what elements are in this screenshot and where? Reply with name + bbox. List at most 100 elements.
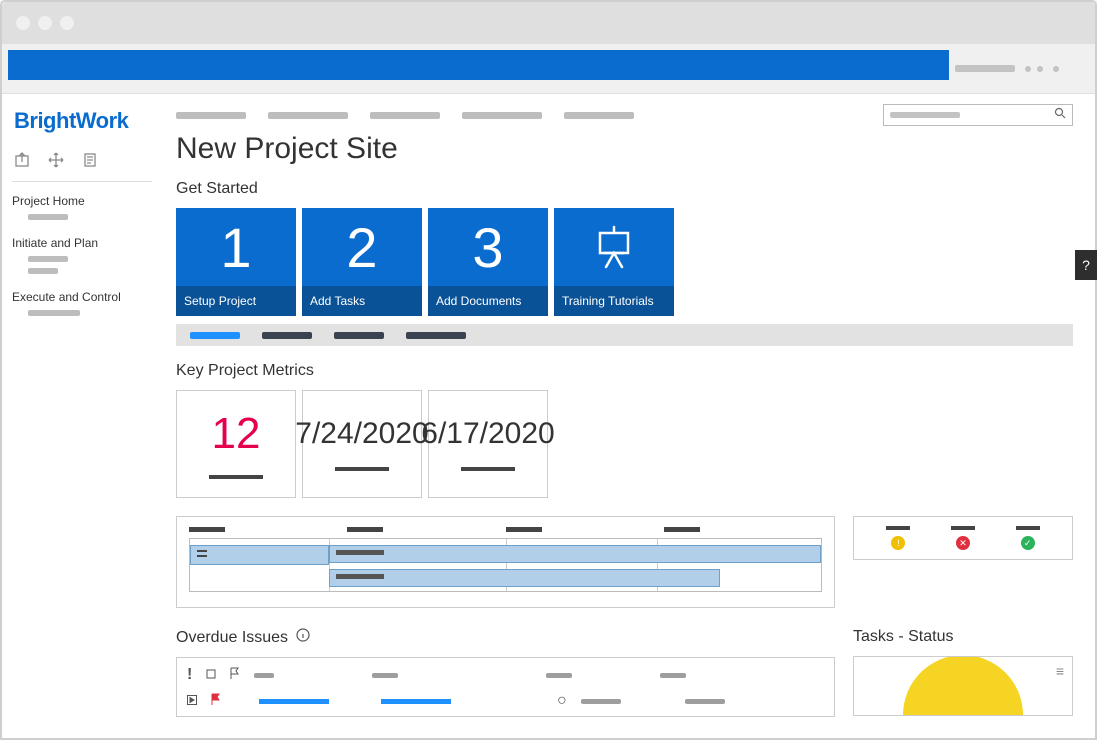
legend-label-placeholder bbox=[951, 526, 975, 530]
gantt-row-header bbox=[190, 545, 329, 565]
cell-text bbox=[581, 699, 621, 704]
sidebar-item-execute-control[interactable]: Execute and Control bbox=[12, 290, 152, 316]
window-control-dot[interactable] bbox=[16, 16, 30, 30]
section-tasks-title: Tasks - Status bbox=[853, 628, 1073, 646]
tile-number: 3 bbox=[428, 208, 548, 286]
gantt-col-header bbox=[347, 527, 383, 532]
ribbon-dot-icon[interactable] bbox=[1025, 66, 1031, 72]
tile-label: Add Documents bbox=[428, 286, 548, 316]
share-icon[interactable] bbox=[14, 152, 30, 171]
checkbox-icon[interactable] bbox=[206, 666, 216, 684]
gantt-bar[interactable] bbox=[329, 569, 720, 587]
tile-label: Add Tasks bbox=[302, 286, 422, 316]
gantt-headers bbox=[189, 527, 822, 532]
easel-icon bbox=[554, 208, 674, 286]
tile-add-tasks[interactable]: 2 Add Tasks bbox=[302, 208, 422, 316]
breadcrumb bbox=[176, 112, 634, 119]
gantt-bar[interactable] bbox=[329, 545, 821, 563]
page-icon[interactable] bbox=[82, 152, 98, 171]
flag-red-icon bbox=[211, 692, 221, 710]
cell-text bbox=[685, 699, 725, 704]
metric-label-placeholder bbox=[209, 475, 263, 479]
gantt-panel[interactable] bbox=[176, 516, 835, 608]
breadcrumb-item[interactable] bbox=[268, 112, 348, 119]
sidebar-sub-placeholder bbox=[28, 310, 80, 316]
donut-slice bbox=[903, 656, 1023, 715]
table-header-row: ! bbox=[187, 666, 824, 684]
col-header bbox=[546, 673, 572, 678]
move-icon[interactable] bbox=[48, 152, 64, 171]
sidebar-sub-placeholder bbox=[28, 256, 68, 262]
sidebar-item-project-home[interactable]: Project Home bbox=[12, 194, 152, 220]
tile-number: 2 bbox=[302, 208, 422, 286]
sidebar-item-label: Execute and Control bbox=[12, 290, 152, 304]
metric-card[interactable]: 6/17/2020 bbox=[428, 390, 548, 498]
gantt-col-header bbox=[506, 527, 542, 532]
tile-tab[interactable] bbox=[406, 332, 466, 339]
flag-icon bbox=[230, 666, 240, 684]
metric-card[interactable]: 12 bbox=[176, 390, 296, 498]
sidebar-item-label: Initiate and Plan bbox=[12, 236, 152, 250]
tile-tab[interactable] bbox=[262, 332, 312, 339]
legend-error: ✕ bbox=[951, 526, 975, 550]
metric-label-placeholder bbox=[335, 467, 389, 471]
ribbon-dot-icon[interactable] bbox=[1037, 66, 1043, 72]
browser-window: ? BrightWork Project Home Initia bbox=[0, 0, 1097, 740]
cell-link[interactable] bbox=[259, 699, 329, 704]
sidebar-sub-placeholder bbox=[28, 214, 68, 220]
tile-tab[interactable] bbox=[190, 332, 240, 339]
breadcrumb-item[interactable] bbox=[370, 112, 440, 119]
top-bar bbox=[176, 104, 1073, 126]
legend-warning: ! bbox=[886, 526, 910, 550]
section-key-metrics: Key Project Metrics bbox=[176, 362, 1073, 380]
search-input[interactable] bbox=[883, 104, 1073, 126]
breadcrumb-item[interactable] bbox=[176, 112, 246, 119]
tasks-donut-chart[interactable]: ≡ bbox=[853, 656, 1073, 716]
breadcrumb-item[interactable] bbox=[462, 112, 542, 119]
col-header bbox=[372, 673, 398, 678]
gantt-bar-label bbox=[336, 550, 384, 555]
brand-logo: BrightWork bbox=[14, 108, 152, 134]
overdue-title-text: Overdue Issues bbox=[176, 629, 288, 647]
metric-card[interactable]: 7/24/2020 bbox=[302, 390, 422, 498]
info-icon[interactable] bbox=[296, 628, 310, 647]
sidebar: BrightWork Project Home Initiate and Pla… bbox=[2, 94, 162, 738]
search-placeholder bbox=[890, 112, 960, 118]
tile-label: Setup Project bbox=[176, 286, 296, 316]
section-overdue-title: Overdue Issues bbox=[176, 628, 835, 647]
issues-table[interactable]: ! bbox=[176, 657, 835, 717]
tasks-status-section: Tasks - Status ≡ bbox=[853, 622, 1073, 717]
table-row[interactable]: ○ bbox=[187, 692, 824, 710]
tile-tab[interactable] bbox=[334, 332, 384, 339]
chart-menu-icon[interactable]: ≡ bbox=[1056, 663, 1064, 679]
sidebar-item-initiate-plan[interactable]: Initiate and Plan bbox=[12, 236, 152, 274]
legend-ok: ✓ bbox=[1016, 526, 1040, 550]
section-get-started: Get Started bbox=[176, 180, 1073, 198]
ribbon-placeholder bbox=[955, 65, 1015, 72]
cell-link[interactable] bbox=[381, 699, 451, 704]
play-icon[interactable] bbox=[187, 692, 197, 710]
ribbon-bar bbox=[2, 44, 1095, 94]
tile-add-documents[interactable]: 3 Add Documents bbox=[428, 208, 548, 316]
main-content: New Project Site Get Started 1 Setup Pro… bbox=[162, 94, 1095, 738]
tile-tabs-bar bbox=[176, 324, 1073, 346]
breadcrumb-item[interactable] bbox=[564, 112, 634, 119]
overdue-issues-section: Overdue Issues ! bbox=[176, 622, 835, 717]
metric-value: 6/17/2020 bbox=[421, 417, 554, 451]
gantt-bar-label bbox=[336, 574, 384, 579]
tile-setup-project[interactable]: 1 Setup Project bbox=[176, 208, 296, 316]
gantt-col-header bbox=[189, 527, 225, 532]
check-icon: ✓ bbox=[1021, 536, 1035, 550]
window-control-dot[interactable] bbox=[38, 16, 52, 30]
ribbon-dot-icon[interactable] bbox=[1053, 66, 1059, 72]
ribbon-active-tab[interactable] bbox=[8, 50, 949, 80]
metric-value: 7/24/2020 bbox=[295, 417, 428, 451]
tile-training-tutorials[interactable]: Training Tutorials bbox=[554, 208, 674, 316]
get-started-tiles: 1 Setup Project 2 Add Tasks 3 Add Docume… bbox=[176, 208, 1073, 316]
metric-value: 12 bbox=[212, 409, 261, 459]
window-control-dot[interactable] bbox=[60, 16, 74, 30]
ribbon-right-controls bbox=[955, 44, 1095, 93]
col-header bbox=[254, 673, 274, 678]
sidebar-item-label: Project Home bbox=[12, 194, 152, 208]
priority-icon: ! bbox=[187, 666, 192, 684]
